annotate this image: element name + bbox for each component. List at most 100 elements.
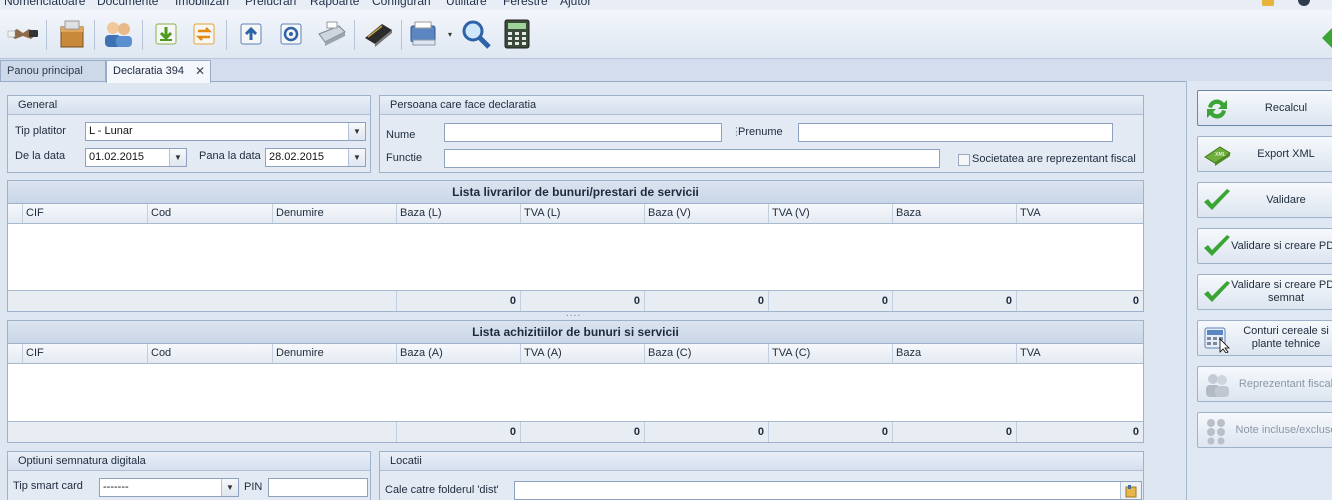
column-header[interactable]: Denumire bbox=[272, 344, 396, 363]
menu-rapoarte[interactable]: Rapoarte bbox=[310, 0, 359, 8]
chevron-down-icon[interactable]: ▼ bbox=[221, 479, 238, 496]
column-header[interactable]: TVA (L) bbox=[520, 204, 644, 223]
pin-input[interactable] bbox=[268, 478, 368, 497]
grid-title: Lista achizitiilor de bunuri si servicii bbox=[8, 321, 1143, 344]
group-title: Optiuni semnatura digitala bbox=[8, 452, 370, 471]
semnatura-group: Optiuni semnatura digitala Tip smart car… bbox=[7, 451, 371, 500]
toolbar-separator bbox=[142, 20, 143, 50]
tab-declaratia-394[interactable]: Declaratia 394 ✕ bbox=[106, 60, 211, 83]
nume-label: Nume bbox=[386, 129, 416, 141]
livrari-grid: Lista livrarilor de bunuri/prestari de s… bbox=[7, 180, 1144, 312]
menu-utilitare[interactable]: Utilitare bbox=[446, 0, 487, 8]
de-la-data-picker[interactable]: 01.02.2015 ▼ bbox=[85, 148, 187, 167]
menu-imobilizari[interactable]: Imobilizari bbox=[175, 0, 229, 8]
total-cell: 0 bbox=[768, 422, 892, 442]
smart-card-label: Tip smart card bbox=[13, 480, 83, 492]
import-button[interactable] bbox=[149, 17, 183, 51]
functie-input[interactable] bbox=[444, 149, 940, 168]
total-cell: 0 bbox=[644, 291, 768, 311]
conturi-cereale-button[interactable]: Conturi cereale si plante tehnice bbox=[1197, 320, 1332, 356]
checkmark-icon bbox=[1204, 189, 1230, 210]
chevron-down-icon[interactable]: ▼ bbox=[169, 149, 186, 166]
reprezentant-fiscal-button[interactable]: Reprezentant fiscal bbox=[1197, 366, 1332, 402]
print-button[interactable] bbox=[407, 17, 441, 51]
chevron-down-icon[interactable]: ▼ bbox=[348, 123, 365, 140]
chevron-down-icon[interactable]: ▼ bbox=[348, 149, 365, 166]
column-header[interactable]: CIF bbox=[22, 204, 147, 223]
book-button[interactable] bbox=[361, 17, 395, 51]
folder-dist-input[interactable] bbox=[514, 481, 1142, 500]
column-header[interactable]: Cod bbox=[147, 344, 272, 363]
smart-card-combo[interactable]: ------- ▼ bbox=[99, 478, 239, 497]
de-la-data-label: De la data bbox=[15, 150, 66, 162]
column-header[interactable]: TVA (A) bbox=[520, 344, 644, 363]
handshake-button[interactable] bbox=[6, 17, 40, 51]
tip-platitor-combo[interactable]: L - Lunar ▼ bbox=[85, 122, 366, 141]
upload-button[interactable] bbox=[234, 17, 268, 51]
cash-register-button[interactable] bbox=[314, 17, 348, 51]
reprezentant-fiscal-checkbox[interactable] bbox=[958, 154, 970, 166]
de-la-data-value: 01.02.2015 bbox=[89, 151, 145, 163]
menu-documente[interactable]: Documente bbox=[97, 0, 158, 8]
export-xml-button[interactable]: XML Export XML bbox=[1197, 136, 1332, 172]
column-header[interactable]: TVA (V) bbox=[768, 204, 892, 223]
tab-panou-principal[interactable]: Panou principal bbox=[0, 60, 106, 81]
column-header[interactable]: CIF bbox=[22, 344, 147, 363]
grid-footer: 0 0 0 0 0 0 bbox=[8, 421, 1143, 442]
column-header[interactable]: Baza (V) bbox=[644, 204, 768, 223]
column-header[interactable]: Baza bbox=[892, 204, 1016, 223]
toolbar-separator bbox=[226, 20, 227, 50]
grid-header: CIF Cod Denumire Baza (A) TVA (A) Baza (… bbox=[8, 344, 1143, 364]
column-header[interactable]: TVA bbox=[1016, 204, 1143, 223]
menu-ferestre[interactable]: Ferestre bbox=[503, 0, 548, 8]
menu-prelucrari[interactable]: Prelucrari bbox=[245, 0, 296, 8]
menu-nomenclatoare[interactable]: Nomenclatoare bbox=[4, 0, 85, 8]
tip-platitor-value: L - Lunar bbox=[89, 125, 133, 137]
menu-configurari[interactable]: Configurari bbox=[372, 0, 431, 8]
button-label: Validare bbox=[1266, 193, 1306, 206]
help-icon[interactable] bbox=[1298, 0, 1310, 6]
splitter-grip[interactable]: .... bbox=[566, 308, 581, 319]
svg-text:XML: XML bbox=[1215, 152, 1226, 158]
column-header[interactable]: TVA (C) bbox=[768, 344, 892, 363]
button-label: Reprezentant fiscal bbox=[1238, 377, 1332, 390]
zoom-button[interactable] bbox=[459, 17, 493, 51]
validare-pdf-semnat-button[interactable]: Validare si creare PDF semnat bbox=[1197, 274, 1332, 310]
achizitii-grid: Lista achizitiilor de bunuri si servicii… bbox=[7, 320, 1144, 443]
button-label: Export XML bbox=[1257, 147, 1315, 160]
browse-folder-button[interactable] bbox=[1120, 482, 1141, 499]
validare-button[interactable]: Validare bbox=[1197, 182, 1332, 218]
notes-icon bbox=[1207, 419, 1225, 445]
exit-button[interactable] bbox=[1318, 24, 1332, 52]
tab-label: Panou principal bbox=[7, 65, 83, 77]
note-incluse-button[interactable]: Note incluse/excluse bbox=[1197, 412, 1332, 448]
transfer-button[interactable] bbox=[187, 17, 221, 51]
package-button[interactable] bbox=[55, 17, 89, 51]
menu-bar: Nomenclatoare Documente Imobilizari Prel… bbox=[0, 0, 1332, 10]
close-tab-icon[interactable]: ✕ bbox=[195, 61, 205, 81]
column-header[interactable]: Baza (L) bbox=[396, 204, 520, 223]
package-icon bbox=[60, 20, 84, 48]
column-header[interactable]: Baza bbox=[892, 344, 1016, 363]
pana-la-data-picker[interactable]: 28.02.2015 ▼ bbox=[265, 148, 366, 167]
actions-panel: Recalcul XML Export XML Validare Validar… bbox=[1186, 81, 1332, 500]
print-dropdown-icon[interactable]: ▾ bbox=[448, 30, 452, 39]
column-header[interactable]: Baza (A) bbox=[396, 344, 520, 363]
settings-doc-button[interactable] bbox=[274, 17, 308, 51]
recalcul-button[interactable]: Recalcul bbox=[1197, 90, 1332, 126]
column-header[interactable]: Baza (C) bbox=[644, 344, 768, 363]
settings-doc-icon bbox=[280, 23, 302, 45]
column-header[interactable]: TVA bbox=[1016, 344, 1143, 363]
prenume-input[interactable] bbox=[798, 123, 1113, 142]
column-header[interactable]: Cod bbox=[147, 204, 272, 223]
users-button[interactable] bbox=[101, 17, 135, 51]
nume-input[interactable] bbox=[444, 123, 722, 142]
button-label: Validare si creare PDF bbox=[1231, 239, 1332, 252]
column-header[interactable]: Denumire bbox=[272, 204, 396, 223]
menu-ajutor[interactable]: Ajutor bbox=[560, 0, 591, 8]
import-icon bbox=[155, 23, 177, 45]
validare-pdf-button[interactable]: Validare si creare PDF bbox=[1197, 228, 1332, 264]
group-title: General bbox=[8, 96, 370, 115]
calculator-button[interactable] bbox=[500, 17, 534, 51]
minimize-window-icon[interactable] bbox=[1262, 0, 1274, 6]
